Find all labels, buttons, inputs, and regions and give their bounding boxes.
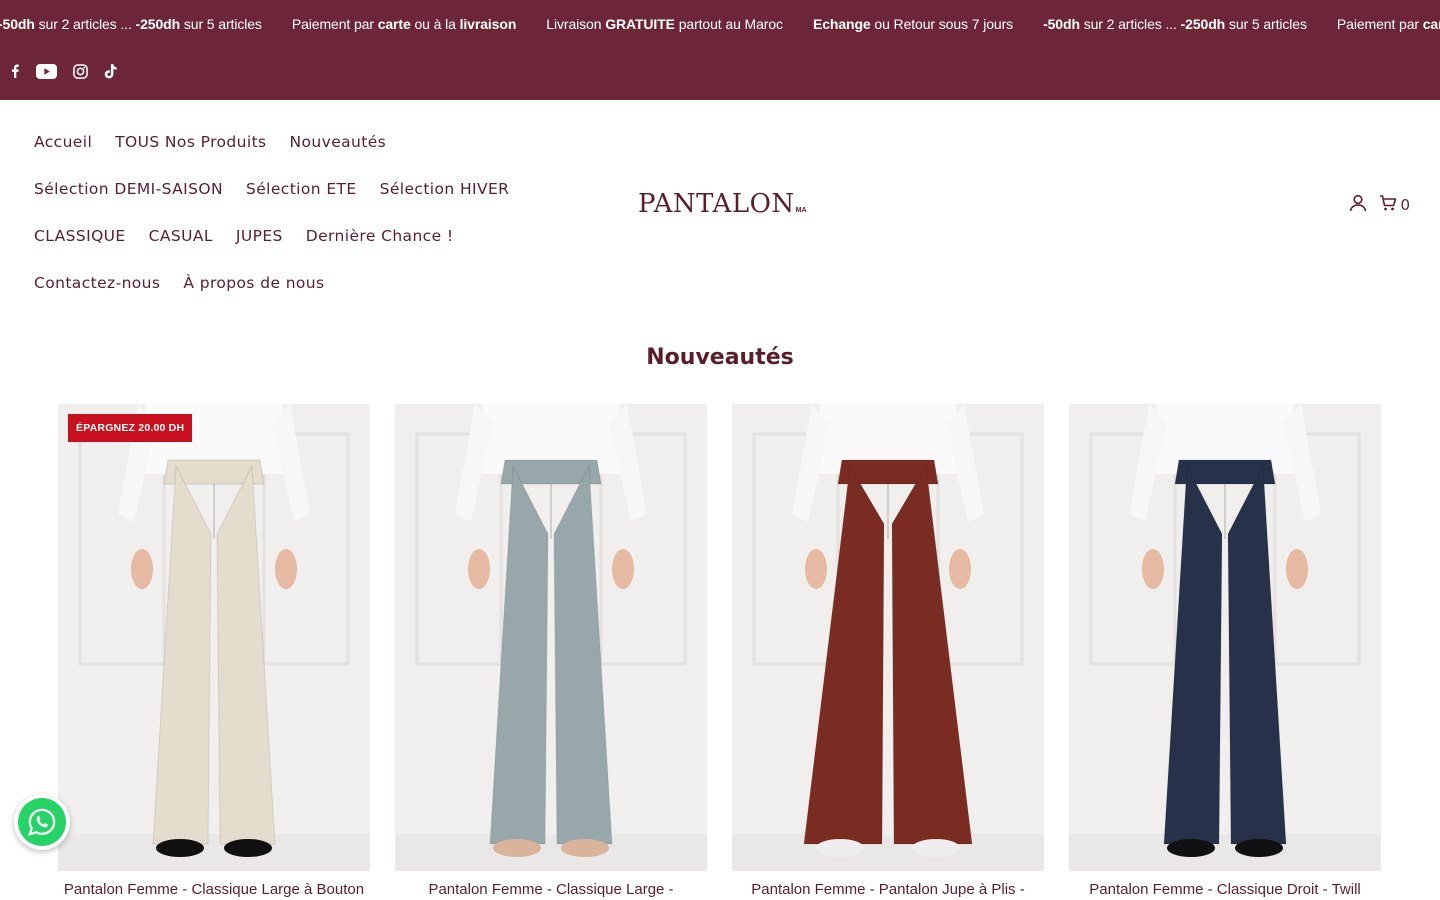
announcement-text: partout au Maroc: [674, 16, 783, 32]
announcement-text: ou à la: [410, 16, 460, 32]
nav-link[interactable]: À propos de nous: [183, 274, 324, 292]
nav-link[interactable]: JUPES: [236, 227, 283, 245]
nav-link[interactable]: Sélection DEMI-SAISON: [34, 180, 223, 198]
announcement-text: GRATUITE: [605, 16, 675, 32]
social-links: [10, 61, 117, 81]
announcement-text: -50dh: [1043, 16, 1080, 32]
product-title[interactable]: Pantalon Femme - Classique Large -: [395, 881, 707, 898]
discount-badge: ÉPARGNEZ 20.00 DH: [68, 414, 193, 442]
announcement-text: sur 5 articles: [180, 16, 262, 32]
instagram-icon[interactable]: [73, 61, 88, 81]
announcement-item: Livraison GRATUITE partout au Maroc: [546, 16, 783, 32]
announcement-text: -250dh: [135, 16, 181, 32]
nav-link[interactable]: CLASSIQUE: [34, 227, 126, 245]
announcement-text: ou Retour sous 7 jours: [870, 16, 1014, 32]
announcement-item: Paiement par carte ou à la livraison: [1337, 16, 1440, 32]
announcement-text: -50dh: [0, 16, 35, 32]
announcement-text: Paiement par: [291, 16, 378, 32]
nav-row: CLASSIQUE CASUAL JUPES Dernière Chance !: [34, 212, 554, 259]
main-navigation: Accueil TOUS Nos Produits Nouveautés Sélect…: [34, 118, 554, 306]
nav-row: Accueil TOUS Nos Produits Nouveautés: [34, 118, 554, 165]
announcement-item: -50dh sur 2 articles ... -250dh sur 5 ar…: [1043, 16, 1307, 32]
nav-row: Sélection DEMI-SAISON Sélection ETE Sélect…: [34, 165, 554, 212]
product-title[interactable]: Pantalon Femme - Classique Droit - Twill: [1069, 881, 1381, 898]
announcement-text: livraison: [459, 16, 517, 32]
product-image[interactable]: [1069, 404, 1381, 871]
nav-link[interactable]: Dernière Chance !: [306, 227, 454, 245]
cart-count: 0: [1400, 196, 1410, 214]
announcement-item: -50dh sur 2 articles ... -250dh sur 5 ar…: [0, 16, 262, 32]
announcement-ticker: -50dh sur 2 articles ... -250dh sur 5 ar…: [0, 14, 1440, 34]
account-icon[interactable]: [1349, 194, 1367, 216]
product-image[interactable]: [732, 404, 1044, 871]
announcement-text: Paiement par: [1336, 16, 1423, 32]
nav-link[interactable]: Contactez-nous: [34, 274, 160, 292]
product-card[interactable]: Pantalon Femme - Classique Large -: [395, 404, 707, 898]
product-image[interactable]: ÉPARGNEZ 20.00 DH: [58, 404, 370, 871]
nav-link[interactable]: Sélection HIVER: [380, 180, 510, 198]
cart-icon: [1379, 194, 1397, 216]
product-grid: ÉPARGNEZ 20.00 DH Pantalon Femme - Classi…: [58, 404, 1381, 898]
site-logo[interactable]: PANTALON MA: [638, 188, 807, 218]
announcement-text: Livraison: [546, 16, 606, 32]
nav-link[interactable]: Nouveautés: [290, 133, 387, 151]
product-photo: [395, 404, 707, 871]
youtube-icon[interactable]: [36, 61, 57, 81]
tiktok-icon[interactable]: [104, 61, 117, 81]
announcement-item: Echange ou Retour sous 7 jours: [813, 16, 1013, 32]
product-card[interactable]: Pantalon Femme - Classique Droit - Twill: [1069, 404, 1381, 898]
header-actions: 0: [1349, 194, 1410, 216]
announcement-text: sur 2 articles ...: [34, 16, 136, 32]
announcement-text: sur 2 articles ...: [1079, 16, 1181, 32]
product-card[interactable]: ÉPARGNEZ 20.00 DH Pantalon Femme - Classi…: [58, 404, 370, 898]
nav-link[interactable]: CASUAL: [149, 227, 213, 245]
whatsapp-button[interactable]: [14, 794, 70, 850]
announcement-text: carte: [377, 16, 411, 32]
nav-link[interactable]: Accueil: [34, 133, 92, 151]
nav-link[interactable]: Sélection ETE: [246, 180, 357, 198]
product-title[interactable]: Pantalon Femme - Pantalon Jupe à Plis -: [732, 881, 1044, 898]
product-photo: [58, 404, 370, 871]
product-card[interactable]: Pantalon Femme - Pantalon Jupe à Plis -: [732, 404, 1044, 898]
announcement-item: Paiement par carte ou à la livraison: [291, 16, 517, 32]
nav-row: Contactez-nous À propos de nous: [34, 259, 554, 306]
section-title: Nouveautés: [646, 345, 794, 370]
product-photo: [732, 404, 1044, 871]
product-image[interactable]: [395, 404, 707, 871]
announcement-text: sur 5 articles: [1225, 16, 1307, 32]
announcement-text: -250dh: [1180, 16, 1226, 32]
cart-button[interactable]: 0: [1379, 194, 1410, 216]
announcement-bar: -50dh sur 2 articles ... -250dh sur 5 ar…: [0, 0, 1440, 100]
logo-text: PANTALON: [638, 189, 795, 219]
announcement-text: Echange: [812, 16, 871, 32]
nav-link[interactable]: TOUS Nos Produits: [115, 133, 266, 151]
whatsapp-icon: [18, 798, 66, 846]
logo-suffix: MA: [795, 207, 807, 214]
product-title[interactable]: Pantalon Femme - Classique Large à Bouto…: [58, 881, 370, 898]
announcement-text: carte: [1422, 16, 1440, 32]
facebook-icon[interactable]: [10, 61, 20, 81]
product-photo: [1069, 404, 1381, 871]
